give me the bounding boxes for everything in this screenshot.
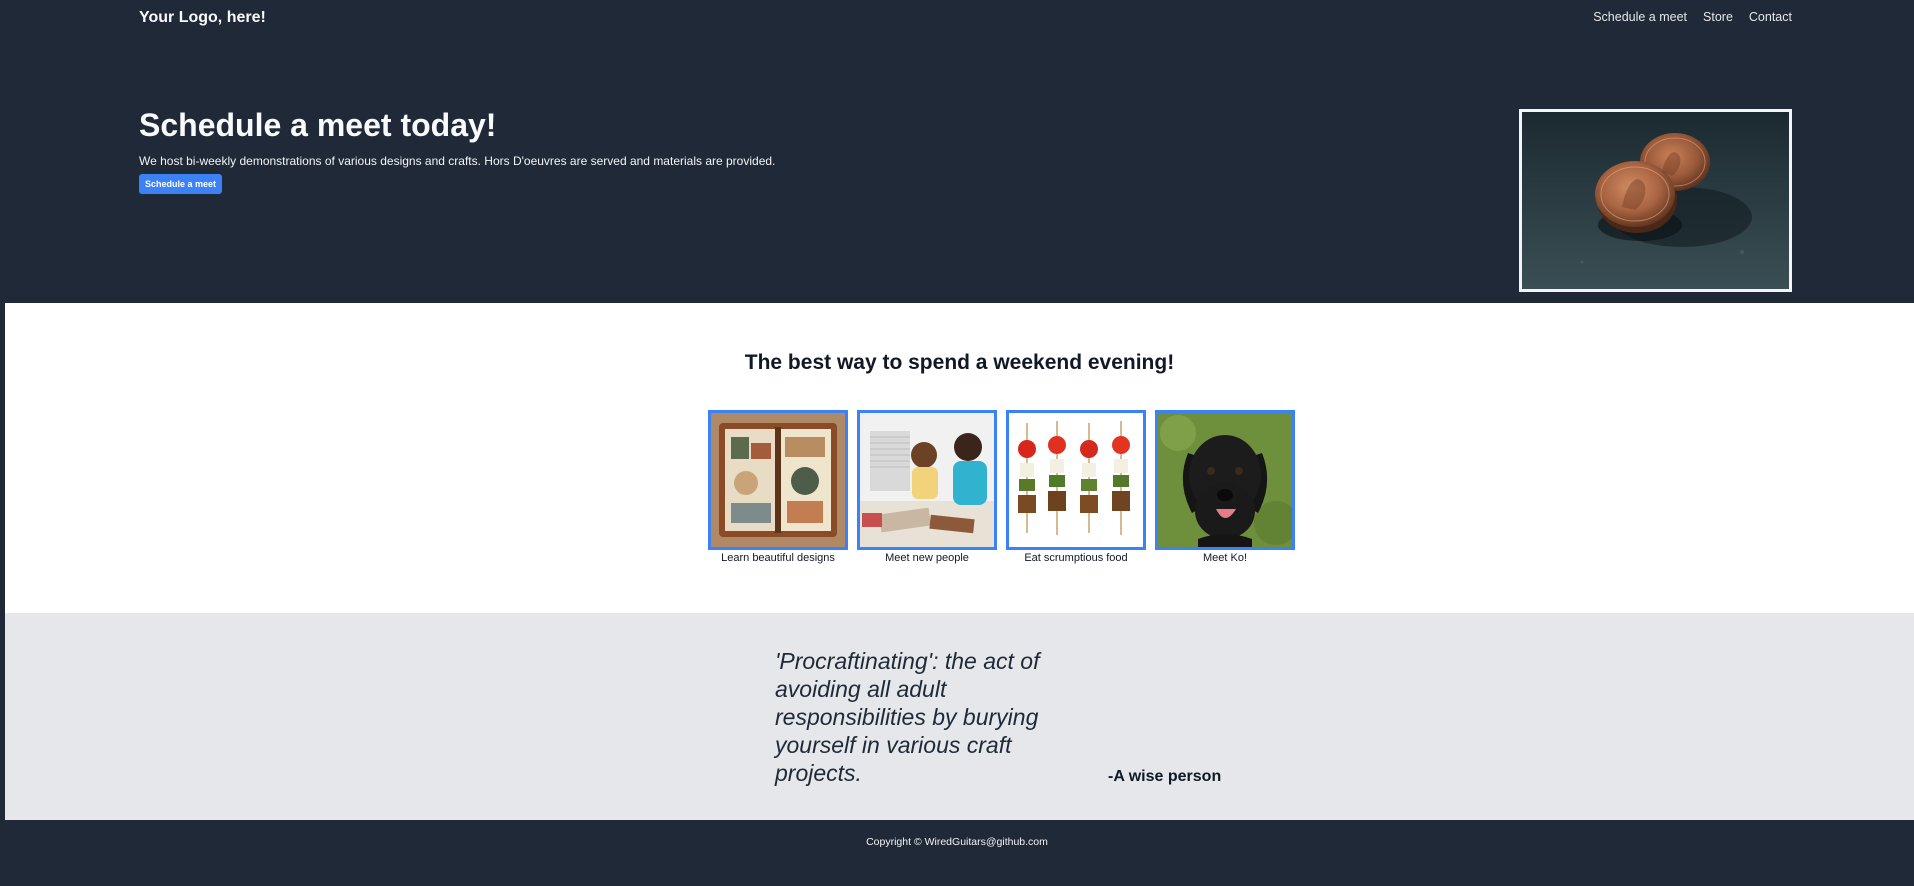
features-section: The best way to spend a weekend evening! xyxy=(5,303,1914,613)
food-image xyxy=(1006,410,1146,550)
coins-image xyxy=(1519,109,1792,292)
designs-image xyxy=(708,410,848,550)
top-nav: Schedule a meet Store Contact xyxy=(1593,10,1792,24)
features-title: The best way to spend a weekend evening! xyxy=(744,351,1175,374)
nav-link-store[interactable]: Store xyxy=(1703,10,1733,24)
feature-card-ko: Meet Ko! xyxy=(1155,410,1295,564)
hero-header: Your Logo, here! Schedule a meet Store C… xyxy=(0,0,1914,303)
feature-caption: Learn beautiful designs xyxy=(721,552,835,564)
feature-card-designs: Learn beautiful designs xyxy=(708,410,848,564)
hero-title: Schedule a meet today! xyxy=(139,107,497,143)
quote-text: 'Procraftinating': the act of avoiding a… xyxy=(775,648,1040,786)
quote-section: 'Procraftinating': the act of avoiding a… xyxy=(5,613,1914,820)
nav-link-schedule[interactable]: Schedule a meet xyxy=(1593,10,1687,24)
hero-description: We host bi-weekly demonstrations of vari… xyxy=(139,154,776,168)
people-image xyxy=(857,410,997,550)
feature-caption: Meet new people xyxy=(885,552,969,564)
feature-card-people: Meet new people xyxy=(857,410,997,564)
feature-caption: Meet Ko! xyxy=(1202,552,1248,564)
copyright-text: Copyright © WiredGuitars@github.com xyxy=(866,836,1048,848)
dog-image xyxy=(1155,410,1295,550)
quote-author: -A wise person xyxy=(1108,768,1222,785)
schedule-meet-button[interactable]: Schedule a meet xyxy=(139,174,222,194)
logo[interactable]: Your Logo, here! xyxy=(139,9,266,27)
feature-card-food: Eat scrumptious food xyxy=(1006,410,1146,564)
footer: Copyright © WiredGuitars@github.com xyxy=(0,820,1914,886)
nav-link-contact[interactable]: Contact xyxy=(1749,10,1792,24)
page: Your Logo, here! Schedule a meet Store C… xyxy=(0,0,1914,886)
feature-caption: Eat scrumptious food xyxy=(1024,552,1128,564)
